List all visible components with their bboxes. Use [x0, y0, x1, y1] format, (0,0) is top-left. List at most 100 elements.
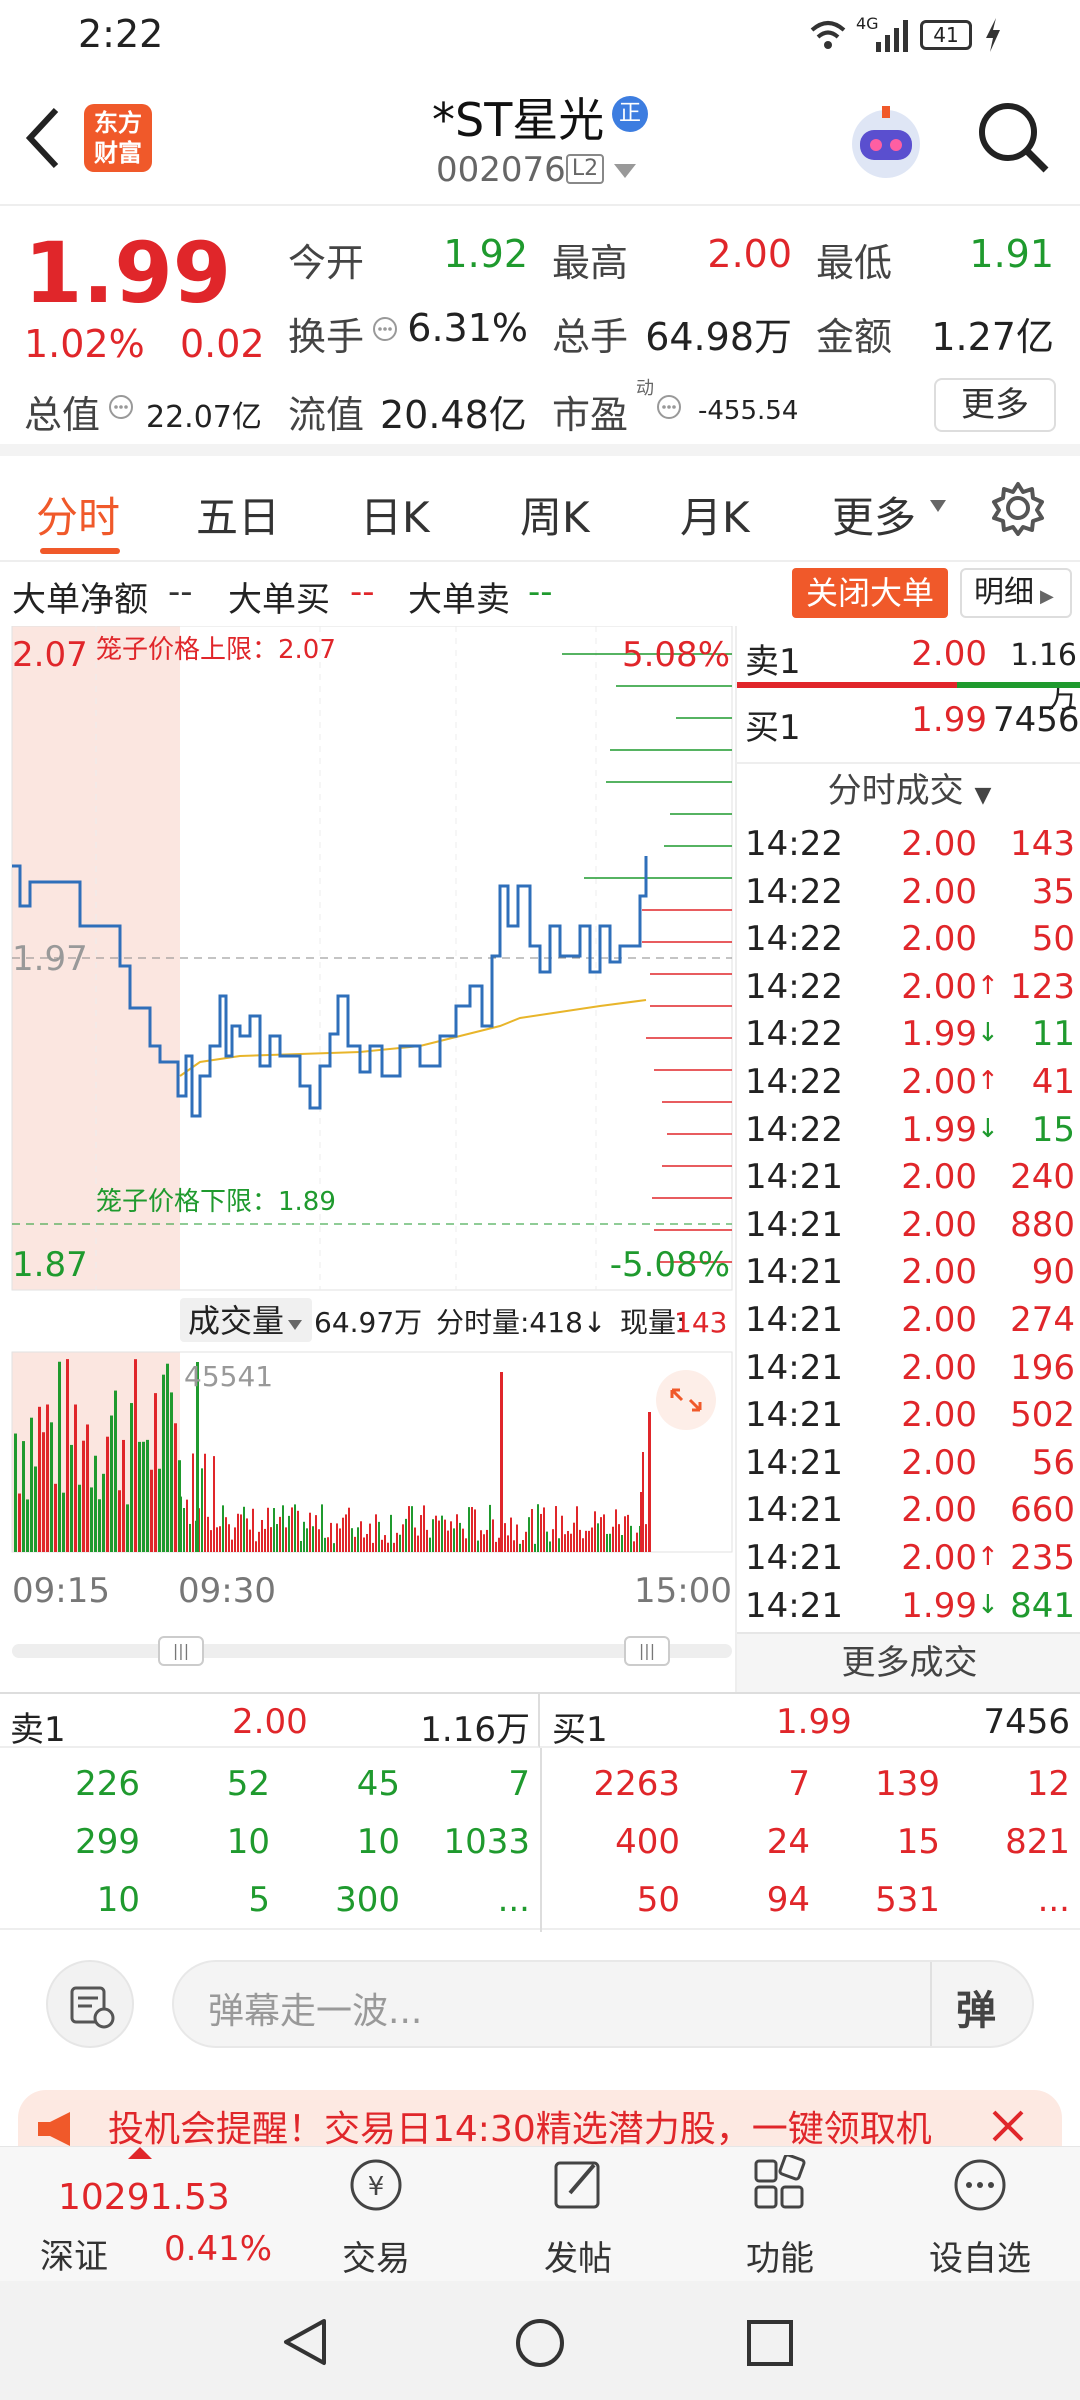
volume-bar — [170, 1392, 173, 1552]
chart-svg[interactable]: 2.07 笼子价格上限：2.07 5.08% 1.97 笼子价格下限：1.89 … — [0, 625, 735, 1626]
danmu-input[interactable]: 弹幕走一波... 弹 — [172, 1960, 1034, 2048]
big-order-bar: 大单净额 -- 大单买 -- 大单卖 -- 关闭大单 明细 ▶ — [0, 562, 1080, 626]
order-book: 卖1 2.00 1.16万 买1 1.99 7456 226 52 45 7 299 10… — [0, 1692, 1080, 1932]
volume-bar — [489, 1504, 491, 1552]
tick-volume: 240 — [1010, 1157, 1075, 1198]
volume-bar — [567, 1530, 569, 1552]
nav-post[interactable]: 发帖 — [508, 2147, 648, 2282]
tick-price: 2.00 — [901, 919, 977, 960]
upper-price-label: 2.07 — [12, 635, 88, 675]
close-big-order-button[interactable]: 关闭大单 — [792, 568, 948, 618]
big-net-value: -- — [168, 572, 193, 612]
more-quote-button[interactable]: 更多 — [934, 378, 1056, 432]
range-handle-left[interactable]: ||| — [158, 1636, 204, 1666]
ticks-panel: 卖1 2.00 1.16万 买1 1.99 7456 分时成交 ▼ 14:22 2… — [735, 626, 1080, 1692]
volume-bar — [273, 1508, 275, 1552]
quote-panel: 1.99 1.02% 0.02 今开 1.92 最高 2.00 最低 1.91 … — [0, 206, 1080, 456]
volume-bar — [615, 1509, 617, 1552]
tick-row: 14:22 2.00 ↑ 41 — [737, 1060, 1080, 1108]
search-icon[interactable] — [976, 100, 1052, 176]
ticks-header-label: 分时成交 — [827, 771, 964, 811]
intraday-chart[interactable]: 2.07 笼子价格上限：2.07 5.08% 1.97 笼子价格下限：1.89 … — [0, 625, 735, 1666]
volume-bar — [14, 1433, 17, 1552]
volume-bar — [150, 1469, 153, 1552]
index-value[interactable]: 10291.53 — [58, 2177, 230, 2218]
tick-volume: 196 — [1010, 1347, 1075, 1388]
signal-icon — [876, 20, 908, 52]
system-recents-icon[interactable] — [746, 2319, 794, 2367]
danmu-send-button[interactable]: 弹 — [956, 1978, 996, 2036]
big-buy-label: 大单买 — [228, 580, 330, 620]
expand-button[interactable] — [656, 1370, 716, 1430]
tick-price: 1.99 — [901, 1585, 977, 1626]
volume-bar — [231, 1539, 233, 1552]
nav-watchlist-label: 设自选 — [929, 2239, 1031, 2279]
nav-functions[interactable]: 功能 — [710, 2147, 850, 2282]
nav-trade[interactable]: ¥ 交易 — [306, 2147, 446, 2282]
tab-monthly-k[interactable]: 月K — [680, 484, 750, 545]
tab-more-dropdown-icon[interactable] — [930, 500, 946, 512]
index-name[interactable]: 深证 — [40, 2229, 108, 2278]
volume-bar — [603, 1514, 605, 1552]
logo-line2: 财富 — [94, 139, 142, 167]
info-icon[interactable] — [108, 394, 134, 420]
nav-watchlist[interactable]: 设自选 — [910, 2147, 1050, 2282]
amount-label: 金额 — [816, 315, 893, 359]
bottom-nav: 10291.53 深证 0.41% ¥ 交易 发帖 功能 设自选 — [0, 2146, 1080, 2281]
volume-bar — [500, 1372, 503, 1552]
tick-volume: 50 — [1031, 919, 1075, 960]
ticks-header-button[interactable]: 分时成交 ▼ — [737, 762, 1080, 816]
tick-row: 14:22 1.99 ↓ 11 — [737, 1012, 1080, 1060]
tick-time: 14:21 — [745, 1490, 843, 1531]
range-handle-right[interactable]: ||| — [624, 1636, 670, 1666]
close-icon[interactable] — [990, 2108, 1026, 2144]
robot-avatar-icon[interactable] — [844, 100, 928, 184]
tab-five-day[interactable]: 五日 — [196, 484, 280, 545]
book-buy-cell: ... — [1037, 1880, 1070, 1920]
volume-bar — [636, 1532, 638, 1552]
more-ticks-button[interactable]: 更多成交 — [737, 1632, 1080, 1692]
volume-bar — [94, 1455, 97, 1552]
volume-bar — [270, 1527, 272, 1552]
volume-bar — [540, 1513, 542, 1552]
info-icon[interactable] — [656, 394, 682, 420]
back-icon[interactable] — [22, 106, 62, 170]
settings-gear-icon[interactable] — [990, 480, 1046, 536]
info-icon[interactable] — [372, 316, 398, 342]
volume-bar — [378, 1521, 380, 1552]
volume-bar — [86, 1424, 89, 1552]
volume-bar — [146, 1439, 149, 1552]
battery-level: 41 — [933, 23, 959, 47]
danmu-placeholder: 弹幕走一波... — [208, 1991, 423, 2032]
tick-row: 14:21 2.00 502 — [737, 1393, 1080, 1441]
tick-volume: 90 — [1031, 1252, 1075, 1293]
code-dropdown-icon[interactable] — [614, 164, 636, 178]
tab-intraday[interactable]: 分时 — [36, 484, 120, 545]
current-price: 1.99 — [24, 224, 232, 322]
tick-volume: 56 — [1031, 1442, 1075, 1483]
tab-more[interactable]: 更多 — [832, 484, 916, 545]
nav-functions-label: 功能 — [746, 2239, 814, 2279]
promo-banner[interactable]: 投机会提醒！交易日14:30精选潜力股，一键领取机 — [18, 2090, 1062, 2146]
volume-bar — [408, 1506, 410, 1552]
volume-bar — [300, 1540, 302, 1552]
detail-button[interactable]: 明细 ▶ — [960, 568, 1072, 618]
tab-weekly-k[interactable]: 周K — [520, 484, 590, 545]
danmu-settings-button[interactable] — [46, 1960, 134, 2048]
volume-bar — [240, 1514, 242, 1552]
low-value: 1.91 — [969, 232, 1054, 276]
title-badge: 正 — [612, 96, 648, 132]
level2-badge[interactable]: L2 — [566, 154, 604, 184]
prev-close-label: 1.97 — [12, 939, 88, 979]
system-home-icon[interactable] — [514, 2317, 566, 2369]
ticks-dropdown-icon: ▼ — [974, 783, 992, 808]
system-back-icon[interactable] — [280, 2317, 330, 2367]
index-percent[interactable]: 0.41% — [164, 2229, 272, 2269]
tick-time: 14:21 — [745, 1395, 843, 1436]
volume-bar — [279, 1516, 281, 1552]
volume-bar — [360, 1521, 362, 1552]
bid1-price: 1.99 — [911, 700, 987, 740]
tick-time: 14:22 — [745, 1109, 843, 1150]
tab-daily-k[interactable]: 日K — [360, 484, 430, 545]
volume-max-label: 45541 — [184, 1360, 273, 1393]
